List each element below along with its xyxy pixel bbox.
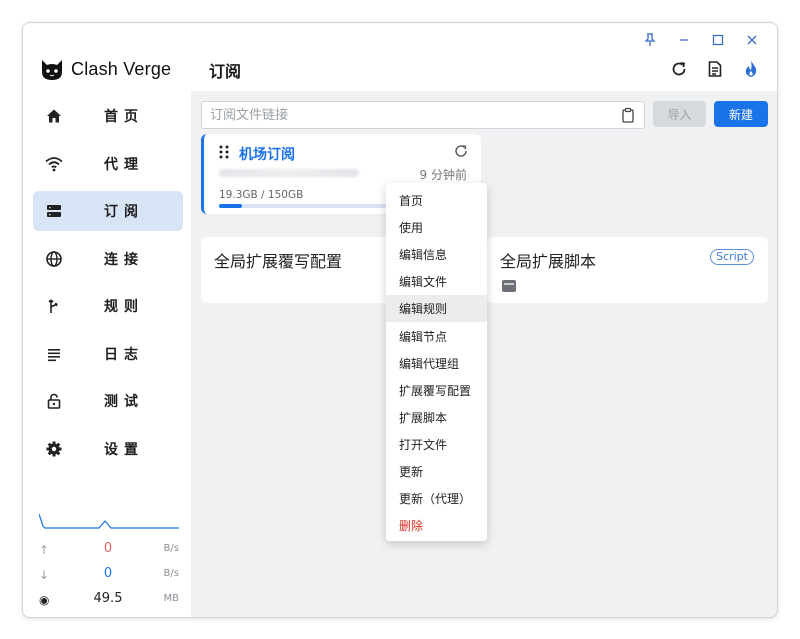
app-logo: Clash Verge	[39, 55, 171, 83]
profile-context-menu: 首页 使用 编辑信息 编辑文件 编辑规则 编辑节点 编辑代理组 扩展覆写配置 扩…	[386, 183, 487, 541]
lock-icon	[47, 393, 61, 409]
close-icon[interactable]	[735, 29, 769, 51]
app-name: Clash Verge	[71, 58, 172, 79]
drag-handle-icon[interactable]	[218, 145, 230, 159]
arrow-down-icon: ↓	[39, 568, 50, 582]
sidebar-item-label: 设置	[104, 441, 144, 458]
profile-updated-time: 9 分钟前	[419, 168, 467, 182]
sidebar: Clash Verge 首页 代理 订阅 连接 规则 日志 测试 设置 ↑ 0 …	[23, 23, 191, 617]
global-script-title: 全局扩展脚本	[500, 252, 597, 271]
window-controls	[633, 29, 769, 51]
download-row: ↓ 0 B/s	[39, 564, 179, 589]
menu-item-update-via-proxy[interactable]: 更新（代理）	[386, 485, 487, 512]
profile-url-redacted	[219, 169, 359, 177]
sidebar-item-settings[interactable]: 设置	[33, 429, 183, 469]
sidebar-item-proxy[interactable]: 代理	[33, 144, 183, 184]
menu-item-use[interactable]: 使用	[386, 214, 487, 241]
pin-icon[interactable]	[633, 29, 667, 51]
traffic-panel: ↑ 0 B/s ↓ 0 B/s ◉ 49.5 MB	[39, 539, 179, 614]
sidebar-item-rules[interactable]: 规则	[33, 286, 183, 326]
menu-item-edit-rules[interactable]: 编辑规则	[386, 295, 487, 323]
refresh-icon[interactable]	[667, 57, 691, 81]
script-badge: Script	[710, 249, 754, 265]
usage-progress-fill	[219, 204, 243, 208]
global-script-card[interactable]: 全局扩展脚本 Script	[487, 237, 768, 303]
sidebar-item-connections[interactable]: 连接	[33, 239, 183, 279]
traffic-graph	[39, 513, 179, 529]
minimize-icon[interactable]	[667, 29, 701, 51]
gear-icon	[46, 441, 62, 456]
sidebar-item-label: 测试	[104, 394, 144, 410]
sidebar-item-label: 订阅	[104, 204, 144, 220]
menu-item-edit-proxy-groups[interactable]: 编辑代理组	[386, 350, 487, 377]
memory-row: ◉ 49.5 MB	[39, 589, 179, 614]
wifi-icon	[45, 156, 63, 171]
sidebar-item-test[interactable]: 测试	[33, 381, 183, 421]
upload-speed: 0	[103, 541, 113, 556]
global-merge-title: 全局扩展覆写配置	[214, 252, 343, 271]
dns-icon	[47, 205, 61, 217]
clipboard-icon[interactable]	[620, 107, 636, 123]
profile-refresh-icon[interactable]	[453, 143, 469, 159]
fork-icon	[48, 299, 58, 313]
home-icon	[47, 109, 61, 123]
profile-usage: 19.3GB / 150GB	[219, 189, 304, 201]
menu-item-edit-nodes[interactable]: 编辑节点	[386, 322, 487, 349]
menu-item-extend-merge[interactable]: 扩展覆写配置	[386, 377, 487, 404]
globe-icon	[46, 250, 62, 267]
memory-unit: MB	[163, 593, 180, 604]
sidebar-item-label: 日志	[104, 346, 144, 363]
subscription-url-field[interactable]	[201, 101, 645, 129]
upload-unit: B/s	[163, 543, 179, 554]
header-toolbar	[667, 57, 763, 81]
subscription-url-input[interactable]	[202, 102, 602, 128]
maximize-icon[interactable]	[701, 29, 735, 51]
menu-item-open-file[interactable]: 打开文件	[386, 431, 487, 458]
page-title: 订阅	[209, 62, 242, 81]
sidebar-item-label: 连接	[104, 251, 144, 268]
menu-item-extend-script[interactable]: 扩展脚本	[386, 404, 487, 431]
arrow-up-icon: ↑	[39, 543, 50, 557]
sidebar-item-profiles[interactable]: 订阅	[33, 191, 183, 231]
file-icon	[502, 280, 516, 292]
sidebar-item-label: 规则	[104, 299, 144, 315]
list-icon	[48, 348, 60, 361]
new-button[interactable]: 新建	[714, 101, 768, 127]
memory-icon: ◉	[39, 593, 50, 607]
sidebar-item-label: 首页	[104, 109, 144, 125]
profile-name: 机场订阅	[239, 147, 295, 163]
sidebar-nav: 首页 代理 订阅 连接 规则 日志 测试 设置	[33, 96, 183, 476]
titlebar: 订阅	[191, 23, 777, 91]
log-icon[interactable]	[703, 57, 727, 81]
menu-item-update[interactable]: 更新	[386, 458, 487, 485]
fire-icon[interactable]	[739, 57, 763, 81]
menu-item-delete[interactable]: 删除	[386, 512, 487, 539]
sidebar-item-home[interactable]: 首页	[33, 96, 183, 136]
menu-item-edit-file[interactable]: 编辑文件	[386, 268, 487, 295]
menu-item-edit-info[interactable]: 编辑信息	[386, 241, 487, 268]
menu-item-home[interactable]: 首页	[386, 187, 487, 214]
download-speed: 0	[103, 566, 113, 581]
memory-usage: 49.5	[93, 591, 123, 606]
upload-row: ↑ 0 B/s	[39, 539, 179, 564]
cat-logo-icon	[42, 60, 62, 80]
usage-progress	[219, 204, 399, 208]
download-unit: B/s	[163, 568, 179, 579]
sidebar-item-label: 代理	[104, 156, 144, 173]
import-button[interactable]: 导入	[653, 101, 706, 127]
sidebar-item-logs[interactable]: 日志	[33, 334, 183, 374]
